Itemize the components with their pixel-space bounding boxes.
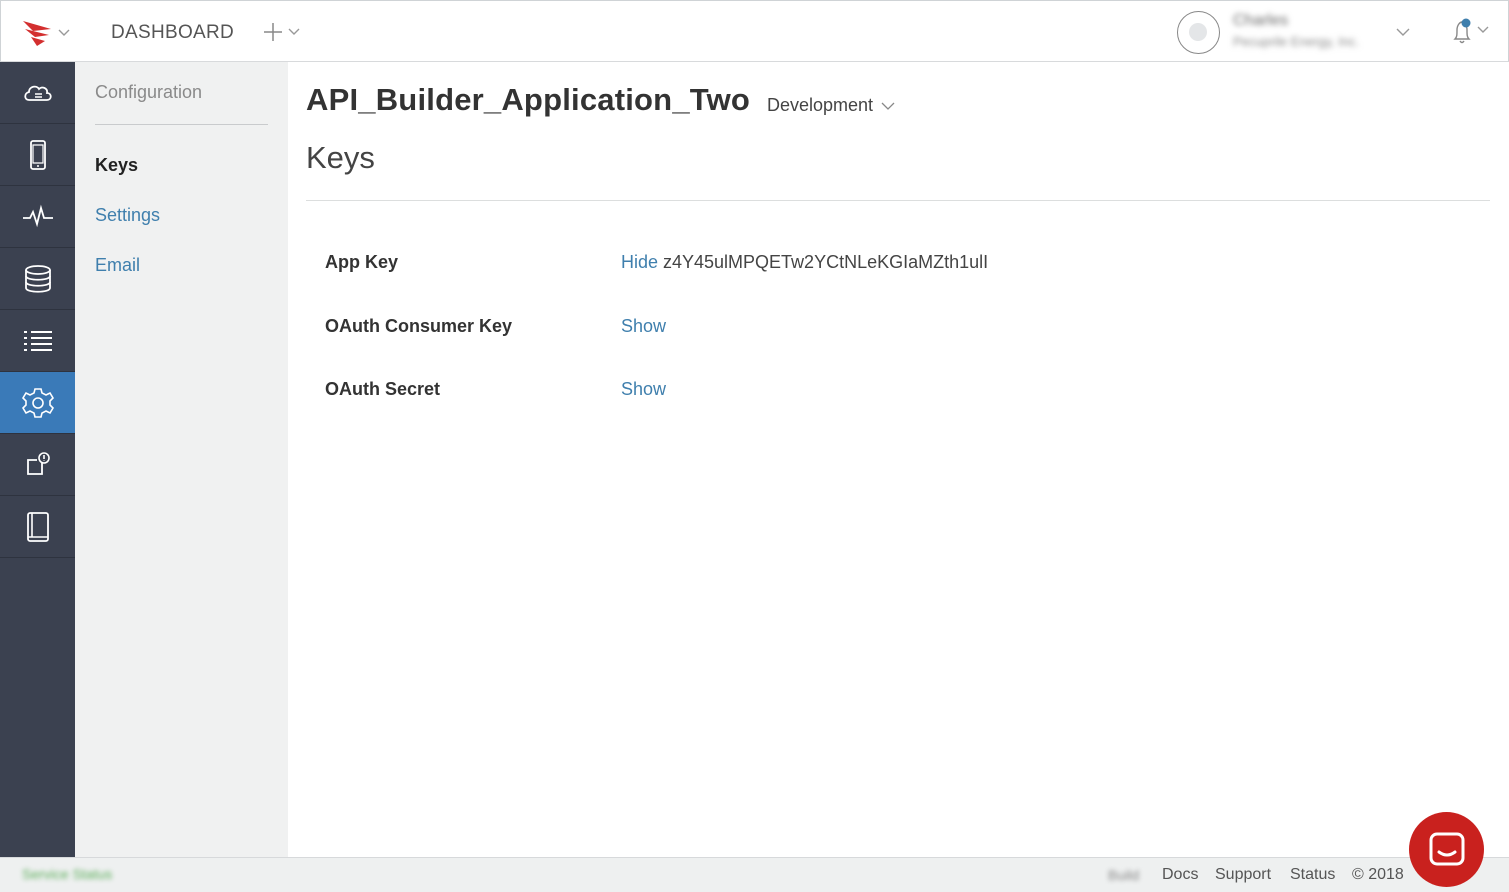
config-subnav: Configuration Keys Settings Email [75,62,288,857]
copyright: © 2018 [1352,866,1404,883]
chevron-down-icon[interactable] [57,25,71,39]
alert-box-icon [26,451,50,475]
chat-icon [1429,832,1464,865]
avatar[interactable] [1177,11,1220,54]
environment-value: Development [767,95,874,115]
rail-item-alerts[interactable] [0,434,75,496]
oauth-secret-show-link[interactable]: Show [621,379,666,400]
subnav-heading: Configuration [95,82,203,102]
footer-link-docs[interactable]: Docs [1162,866,1198,884]
top-bar: DASHBOARD Charles Pecuprile Energy, Inc. [0,0,1509,62]
subnav-item-settings[interactable]: Settings [95,205,160,226]
user-org: Pecuprile Energy, Inc. [1233,34,1360,49]
subnav-item-email[interactable]: Email [95,255,140,276]
rail-item-database[interactable] [0,248,75,310]
dashboard-link[interactable]: DASHBOARD [111,22,234,44]
main-content: API_Builder_Application_Two Development … [288,62,1509,857]
footer-link-support[interactable]: Support [1215,866,1271,884]
app-key-hide-link[interactable]: Hide [621,252,658,273]
footer-link-status[interactable]: Status [1290,866,1335,884]
add-menu-icon[interactable] [263,20,305,44]
service-status-indicator[interactable]: Service Status [22,866,112,882]
section-title: Keys [306,140,375,175]
database-icon [24,264,51,293]
rail-item-analytics[interactable] [0,186,75,248]
user-name[interactable]: Charles [1233,12,1288,30]
book-icon [26,511,49,542]
footer-link-build[interactable]: Build [1108,867,1139,883]
gear-icon [21,387,54,418]
app-key-label: App Key [325,252,399,272]
notification-bell-icon[interactable] [1447,17,1491,47]
mobile-device-icon [29,139,46,170]
page-title: API_Builder_Application_Two [306,82,751,117]
environment-select[interactable]: Development [767,95,895,116]
oauth-secret-label: OAuth Secret [325,379,441,399]
footer: Service Status Build Docs Support Status… [0,857,1509,892]
oauth-consumer-key-label: OAuth Consumer Key [325,316,513,336]
analytics-pulse-icon [22,204,53,227]
rail-item-settings[interactable] [0,372,75,434]
list-icon [23,330,52,351]
rail-item-docs[interactable] [0,496,75,558]
subnav-item-keys[interactable]: Keys [95,155,138,176]
icon-rail [0,62,75,857]
rail-item-list[interactable] [0,310,75,372]
chevron-down-icon [881,102,895,110]
user-menu-chevron-icon[interactable] [1395,25,1411,39]
cloud-api-icon [23,85,52,101]
chat-launcher-button[interactable] [1409,812,1484,887]
rail-item-cloud[interactable] [0,62,75,124]
section-divider [306,200,1490,201]
subnav-divider [95,124,268,125]
brand-logo-icon[interactable] [21,15,55,49]
rail-item-mobile[interactable] [0,124,75,186]
app-key-value: z4Y45ulMPQETw2YCtNLeKGIaMZth1ulI [663,252,989,272]
oauth-consumer-key-show-link[interactable]: Show [621,316,666,337]
